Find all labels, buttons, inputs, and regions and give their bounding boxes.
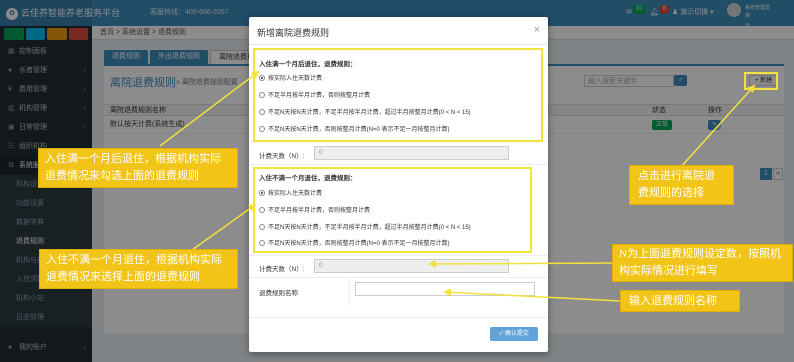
rule-name-label: 退费规则名称 [259, 290, 298, 297]
submit-label: 确认提交 [504, 331, 529, 337]
callout-group2: 入住不满一个月退住，根据机构实际退费情况来选择上面的退费规则 [39, 249, 238, 289]
highlight-group2 [253, 167, 532, 253]
divider [249, 277, 548, 278]
callout-new-rule: 点击进行离院退费规则的选择 [629, 165, 734, 205]
divider [349, 277, 350, 305]
modal-divider [249, 44, 548, 45]
divider [249, 255, 548, 256]
modal-title: 新增离院退费规则 [257, 28, 330, 38]
submit-button[interactable]: ✓ 确认提交 [490, 327, 538, 341]
callout-group1: 入住满一个月后退住，根据机构实际退费情况来勾选上面的退费规则 [38, 148, 238, 188]
highlight-group1 [253, 48, 543, 142]
g2-days-label: 计费天数（N）: [259, 266, 305, 273]
divider [249, 164, 548, 165]
g1-days-input[interactable]: 0 [314, 146, 509, 160]
g1-days-label: 计费天数（N）: [259, 153, 305, 160]
divider [249, 317, 548, 318]
rule-name-input[interactable] [355, 282, 535, 296]
screen: ✿ 云佳养智能养老服务平台 客服热线：400-606-2007 ✉ 10 🔔︎ 6 ♟… [0, 0, 794, 362]
callout-n-value: N为上面退费规则设定数，按照机构实际情况进行填写 [612, 244, 793, 282]
g2-days-input[interactable]: 0 [314, 259, 509, 273]
close-icon[interactable]: × [534, 24, 540, 36]
callout-rule-name: 输入退费规则名称 [620, 290, 740, 312]
highlight-new-button [744, 72, 778, 90]
